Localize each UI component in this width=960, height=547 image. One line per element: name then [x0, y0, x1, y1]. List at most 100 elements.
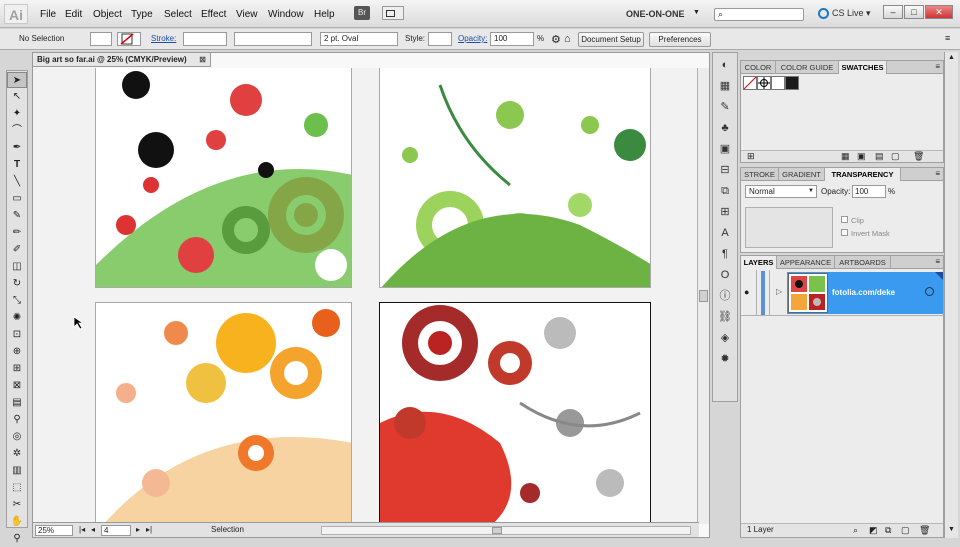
scale-tool-icon[interactable]: ⤡ [7, 293, 27, 309]
menu-select[interactable]: Select [164, 9, 192, 20]
menu-window[interactable]: Window [268, 9, 304, 20]
invert-mask-checkbox[interactable] [841, 229, 848, 236]
rotate-tool-icon[interactable]: ↻ [7, 276, 27, 292]
variable-width-field[interactable] [234, 32, 312, 46]
tab-color[interactable]: COLOR [741, 61, 776, 74]
stroke-weight-field[interactable] [183, 32, 227, 46]
swatch-registration[interactable] [757, 76, 771, 90]
tab-appearance[interactable]: APPEARANCE [777, 256, 835, 269]
free-transform-tool-icon[interactable]: ⊡ [7, 327, 27, 343]
symbols-panel-icon[interactable]: ♣ [714, 119, 736, 137]
symbol-sprayer-tool-icon[interactable]: ✲ [7, 446, 27, 462]
graphic-style-field[interactable] [428, 32, 452, 46]
opacity-label[interactable]: Opacity: [458, 34, 487, 43]
swatch-white[interactable] [771, 76, 785, 90]
canvas[interactable] [33, 68, 699, 524]
close-tab-icon[interactable]: ⊠ [199, 53, 206, 66]
paragraph-panel-icon[interactable]: ¶ [714, 245, 736, 263]
selection-tool-icon[interactable]: ➤ [7, 72, 27, 88]
tab-layers[interactable]: LAYERS [741, 256, 777, 269]
maximize-button[interactable]: □ [904, 5, 924, 19]
rectangle-tool-icon[interactable]: ▭ [7, 191, 27, 207]
panel-menu-icon[interactable]: ≡ [935, 169, 940, 178]
brush-definition-field[interactable]: 2 pt. Oval [320, 32, 398, 46]
current-tool-status[interactable]: Selection [211, 525, 244, 534]
artboard-tool-icon[interactable]: ⬚ [7, 480, 27, 496]
document-tab[interactable]: Big art so far.ai @ 25% (CMYK/Preview) ⊠ [33, 53, 211, 67]
scroll-down-icon[interactable]: ▼ [948, 526, 955, 533]
menu-view[interactable]: View [236, 9, 258, 20]
blend-mode-select[interactable]: Normal ▼ [745, 185, 817, 198]
column-graph-tool-icon[interactable]: ▥ [7, 463, 27, 479]
menu-type[interactable]: Type [131, 9, 153, 20]
stroke-swatch[interactable] [117, 32, 141, 46]
artboard-2[interactable] [379, 68, 651, 288]
blend-tool-icon[interactable]: ◎ [7, 429, 27, 445]
hand-tool-icon[interactable]: ✋ [7, 514, 27, 530]
tab-gradient[interactable]: GRADIENT [779, 168, 825, 181]
shape-builder-tool-icon[interactable]: ⊕ [7, 344, 27, 360]
slice-tool-icon[interactable]: ✂ [7, 497, 27, 513]
delete-layer-icon[interactable]: 🗑 [919, 525, 930, 536]
menu-help[interactable]: Help [314, 9, 335, 20]
gradient-tool-icon[interactable]: ▤ [7, 395, 27, 411]
swatch-none[interactable] [743, 76, 757, 90]
blob-brush-tool-icon[interactable]: ✐ [7, 242, 27, 258]
actions-panel-icon[interactable]: ✹ [714, 350, 736, 368]
swatch-black[interactable] [785, 76, 799, 90]
pen-tool-icon[interactable]: ✒ [7, 140, 27, 156]
links-panel-icon[interactable]: ⛓ [714, 308, 736, 326]
new-layer-icon[interactable]: ▢ [901, 525, 910, 536]
panel-menu-icon[interactable]: ≡ [935, 257, 940, 266]
expand-triangle-icon[interactable]: ▷ [776, 287, 782, 296]
info-panel-icon[interactable]: ⓘ [714, 287, 736, 305]
layer-highlight[interactable]: fotolia.com/deke [787, 272, 943, 314]
swatch-options-icon[interactable]: ▣ [857, 151, 866, 162]
artboard-4[interactable] [379, 302, 651, 524]
artboard-3[interactable] [95, 302, 352, 524]
magic-wand-tool-icon[interactable]: ✦ [7, 106, 27, 122]
zoom-field[interactable]: 25% [35, 525, 73, 536]
tab-transparency[interactable]: TRANSPARENCY [825, 168, 901, 181]
panel-scrollbar[interactable]: ▲ ▼ [944, 52, 958, 538]
layer-name[interactable]: fotolia.com/deke [832, 288, 895, 297]
eraser-tool-icon[interactable]: ◫ [7, 259, 27, 275]
first-artboard-icon[interactable]: |◂ [79, 525, 85, 534]
document-setup-button[interactable]: Document Setup [578, 32, 644, 47]
lock-toggle[interactable] [756, 270, 770, 316]
opacity-field[interactable]: 100 [490, 32, 534, 46]
panel-menu-icon[interactable]: ≡ [945, 33, 950, 43]
tab-color-guide[interactable]: COLOR GUIDE [776, 61, 839, 74]
navigator-panel-icon[interactable]: ◈ [714, 329, 736, 347]
workspace-switcher[interactable]: ONE-ON-ONE [626, 9, 685, 19]
scroll-thumb[interactable] [699, 290, 708, 302]
new-swatch-icon[interactable]: ▢ [891, 151, 900, 162]
arrange-documents-button[interactable] [382, 6, 404, 20]
preferences-button[interactable]: Preferences [649, 32, 711, 47]
warp-tool-icon[interactable]: ✺ [7, 310, 27, 326]
line-tool-icon[interactable]: ╲ [7, 174, 27, 190]
next-artboard-icon[interactable]: ▸ [136, 525, 140, 534]
transparency-opacity-field[interactable]: 100 [852, 185, 886, 198]
menu-object[interactable]: Object [93, 9, 122, 20]
character-panel-icon[interactable]: A [714, 224, 736, 242]
isolate-icon[interactable]: ⌂ [564, 33, 571, 45]
artboard-number-field[interactable]: 4 [101, 525, 131, 536]
minimize-button[interactable]: – [883, 5, 903, 19]
new-sublayer-icon[interactable]: ⧉ [885, 525, 891, 536]
mesh-tool-icon[interactable]: ⊠ [7, 378, 27, 394]
align-panel-icon[interactable]: ⊟ [714, 161, 736, 179]
brushes-panel-icon[interactable]: ✎ [714, 98, 736, 116]
stroke-label[interactable]: Stroke: [151, 34, 176, 43]
show-swatch-kinds-icon[interactable]: ▦ [841, 151, 850, 162]
prev-artboard-icon[interactable]: ◂ [91, 525, 95, 534]
layer-row[interactable]: ● ▷ fotolia.com/deke [741, 270, 943, 316]
recolor-icon[interactable]: ⚙ [551, 33, 561, 46]
target-circle-icon[interactable] [925, 287, 934, 296]
tab-stroke[interactable]: STROKE [741, 168, 779, 181]
color-panel-icon[interactable]: ◐ [714, 56, 736, 74]
pencil-tool-icon[interactable]: ✏ [7, 225, 27, 241]
menu-effect[interactable]: Effect [201, 9, 226, 20]
fill-swatch[interactable] [90, 32, 112, 46]
eyedropper-tool-icon[interactable]: ⚲ [7, 412, 27, 428]
